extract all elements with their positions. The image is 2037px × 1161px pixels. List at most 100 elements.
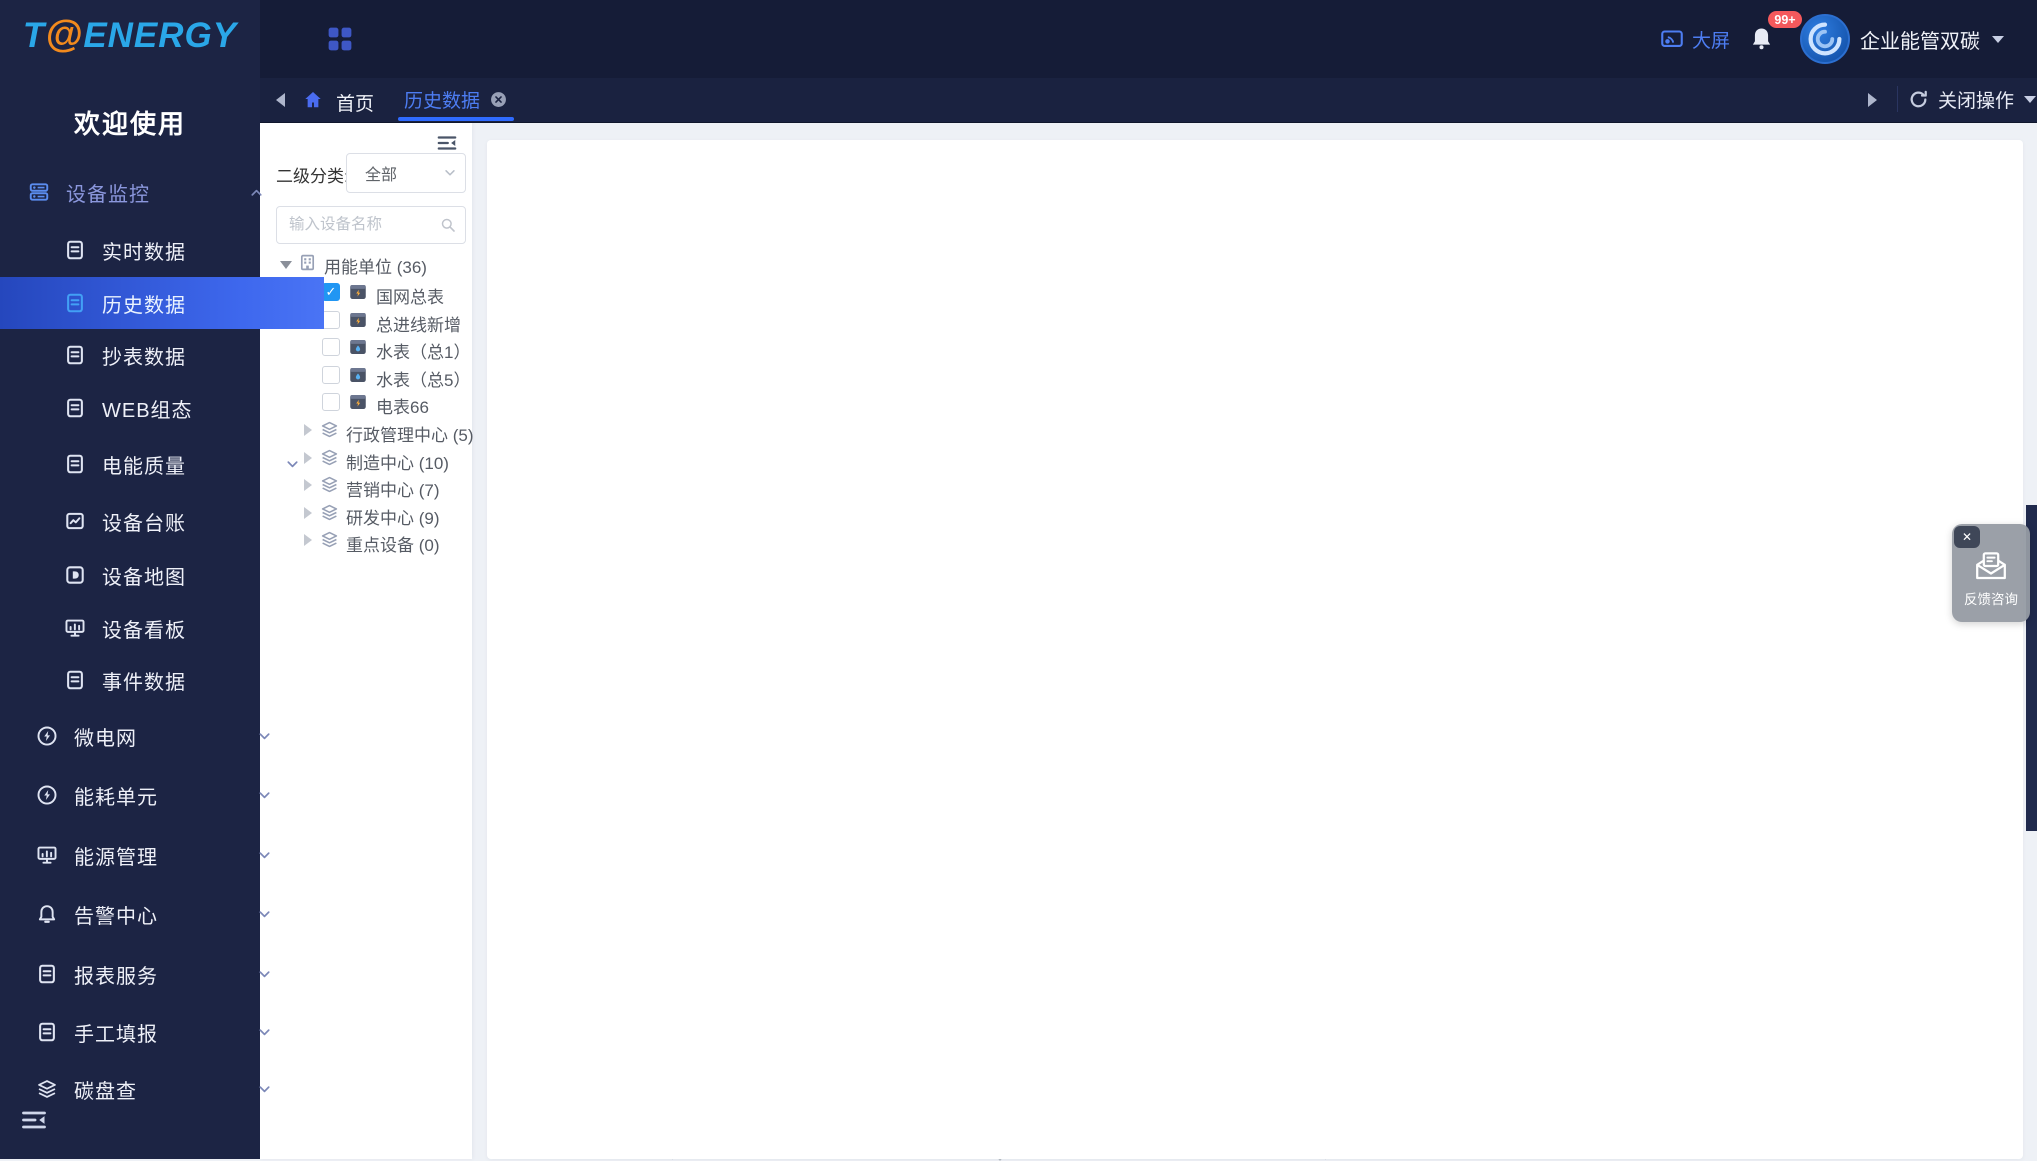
tree-checkbox-1[interactable] <box>322 311 340 329</box>
app-grid-icon[interactable] <box>326 25 354 53</box>
search-icon <box>440 217 456 233</box>
sidebar-item-label: WEB组态 <box>102 394 193 423</box>
sidebar-item-label: 碳盘查 <box>74 1075 137 1104</box>
notification-bell-icon[interactable] <box>1748 25 1775 52</box>
electric-meter-icon <box>348 282 368 302</box>
sidebar-item-14[interactable]: 报表服务 <box>0 948 296 1000</box>
sidebar-item-10[interactable]: 微电网 <box>0 710 296 762</box>
tree-node-meter-4[interactable]: 电表66 <box>376 393 429 418</box>
tab-label: 历史数据 <box>404 86 480 113</box>
logo-text-left: T <box>23 16 45 55</box>
feedback-widget[interactable]: ✕ 反馈咨询 <box>1952 524 2030 622</box>
tree-node-meter-2[interactable]: 水表（总1） <box>376 338 470 363</box>
sidebar-item-8[interactable]: 设备看板 <box>0 602 324 654</box>
close-operations-label: 关闭操作 <box>1938 86 2014 113</box>
category-select[interactable]: 全部 <box>346 153 466 193</box>
tree-node-group-1[interactable]: 制造中心 (10) <box>346 449 449 474</box>
tree-node-meter-0[interactable]: 国网总表 <box>376 283 444 308</box>
tree-checkbox-3[interactable] <box>322 366 340 384</box>
board-icon <box>36 844 58 866</box>
sidebar-item-label: 能源管理 <box>74 841 158 870</box>
sidebar-item-label: 告警中心 <box>74 900 158 929</box>
sidebar-item-label: 设备看板 <box>102 614 186 643</box>
sidebar-item-1[interactable]: 实时数据 <box>0 224 324 276</box>
sidebar-item-label: 微电网 <box>74 722 137 751</box>
bigscreen-label: 大屏 <box>1692 26 1730 53</box>
alarm-icon <box>36 903 58 925</box>
feedback-close-icon[interactable]: ✕ <box>1954 526 1980 548</box>
sidebar-item-15[interactable]: 手工填报 <box>0 1006 296 1058</box>
sidebar-item-label: 实时数据 <box>102 236 186 265</box>
sidebar-item-6[interactable]: 设备台账 <box>0 495 324 547</box>
tree-checkbox-4[interactable] <box>322 393 340 411</box>
tab-home[interactable]: 首页 <box>336 89 374 116</box>
tree-node-group-3[interactable]: 研发中心 (9) <box>346 504 440 529</box>
sidebar-item-0[interactable]: 设备监控 <box>0 166 288 218</box>
chevron-down-icon <box>443 166 457 180</box>
sidebar-item-label: 电能质量 <box>102 450 186 479</box>
tabs-scroll-left-icon[interactable] <box>276 93 285 107</box>
tree-node-meter-3[interactable]: 水表（总5） <box>376 366 470 391</box>
sidebar-item-label: 报表服务 <box>74 960 158 989</box>
tree-checkbox-0[interactable]: ✓ <box>322 283 340 301</box>
doc-icon <box>64 344 86 366</box>
notification-badge: 99+ <box>1766 9 1804 30</box>
mapD-icon <box>64 564 86 586</box>
doc-icon <box>64 397 86 419</box>
avatar[interactable] <box>1800 14 1850 64</box>
screen-icon <box>1660 27 1684 51</box>
sidebar-item-label: 设备监控 <box>66 178 150 207</box>
tree-node-group-4[interactable]: 重点设备 (0) <box>346 531 440 556</box>
tab-bar: 首页 历史数据 关闭操作 <box>260 78 2037 123</box>
chevron-down-icon <box>257 1082 272 1097</box>
category-value: 全部 <box>365 161 397 185</box>
bolt-icon <box>36 725 58 747</box>
close-operations-dropdown[interactable]: 关闭操作 <box>1938 78 2036 120</box>
sidebar-item-2[interactable]: 历史数据 <box>0 277 324 329</box>
sidebar-item-label: 历史数据 <box>102 289 186 318</box>
tab-history-data[interactable]: 历史数据 <box>404 78 507 120</box>
sidebar-item-3[interactable]: 抄表数据 <box>0 329 324 381</box>
feedback-label: 反馈咨询 <box>1952 588 2030 608</box>
sidebar-item-11[interactable]: 能耗单元 <box>0 769 296 821</box>
chevron-up-icon <box>249 185 264 200</box>
envelope-icon <box>1969 548 2013 584</box>
chevron-down-icon <box>2024 96 2036 103</box>
sidebar-item-label: 设备台账 <box>102 507 186 536</box>
tree-node-meter-1[interactable]: 总进线新增 <box>376 311 461 336</box>
sidebar-item-7[interactable]: 设备地图 <box>0 549 324 601</box>
sidebar-item-5[interactable]: 电能质量 <box>0 438 324 490</box>
tree-root-node[interactable]: 用能单位 (36) <box>324 253 427 278</box>
board-icon <box>64 617 86 639</box>
sidebar-item-label: 事件数据 <box>102 666 186 695</box>
chevron-down-icon <box>257 907 272 922</box>
org-name: 企业能管双碳 <box>1860 25 1980 54</box>
tree-checkbox-2[interactable] <box>322 338 340 356</box>
sidebar-item-9[interactable]: 事件数据 <box>0 654 324 706</box>
org-switcher[interactable]: 企业能管双碳 <box>1860 0 2004 78</box>
panel-fold-icon[interactable] <box>436 132 458 154</box>
sidebar-collapse-icon[interactable] <box>20 1106 48 1134</box>
sidebar-item-4[interactable]: WEB组态 <box>0 382 324 434</box>
history-data-card <box>487 140 2023 1159</box>
topbar: 大屏 99+ 企业能管双碳 <box>260 0 2037 78</box>
bolt-icon <box>36 784 58 806</box>
welcome-text: 欢迎使用 <box>0 104 260 141</box>
logo-text-right: ENERGY <box>83 16 237 55</box>
tree-node-group-2[interactable]: 营销中心 (7) <box>346 476 440 501</box>
bigscreen-link[interactable]: 大屏 <box>1660 26 1730 52</box>
electric-meter-icon <box>348 392 368 412</box>
refresh-icon[interactable] <box>1908 89 1929 110</box>
home-icon[interactable] <box>302 89 324 111</box>
sidebar-item-12[interactable]: 能源管理 <box>0 829 296 881</box>
tab-close-icon[interactable] <box>490 91 507 108</box>
sidebar-item-label: 能耗单元 <box>74 781 158 810</box>
doc-icon <box>64 239 86 261</box>
chevron-down-icon <box>257 967 272 982</box>
tree-node-group-0[interactable]: 行政管理中心 (5) <box>346 421 474 446</box>
tabs-scroll-right-icon[interactable] <box>1868 93 1877 107</box>
doc-icon <box>36 963 58 985</box>
chevron-down-icon <box>285 457 300 472</box>
water-meter-icon <box>348 337 368 357</box>
sidebar-item-13[interactable]: 告警中心 <box>0 888 296 940</box>
